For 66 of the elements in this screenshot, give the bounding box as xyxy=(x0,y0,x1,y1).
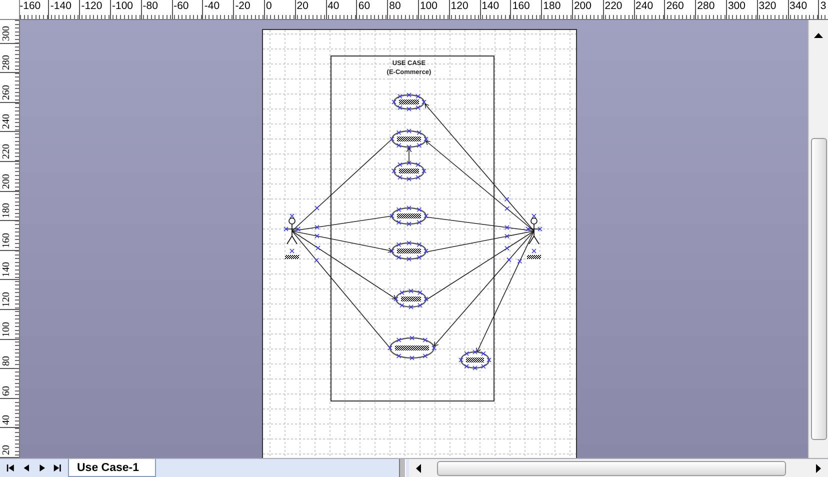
ruler-label: 200 xyxy=(572,0,592,13)
ruler-label: 20 xyxy=(296,0,310,13)
ruler-label: 320 xyxy=(758,0,778,13)
scroll-thumb[interactable] xyxy=(437,460,786,476)
include-arrow xyxy=(406,148,412,164)
horizontal-scrollbar[interactable] xyxy=(409,459,828,477)
ruler-label: -140 xyxy=(49,0,72,13)
ruler-label: 0 xyxy=(264,0,273,13)
ruler-label: 260 xyxy=(665,0,685,13)
ruler-label: -40 xyxy=(203,0,221,13)
ruler-label: -120 xyxy=(80,0,104,13)
ruler-label: -60 xyxy=(172,0,190,13)
ruler-label: 100 xyxy=(1,322,13,337)
ruler-label: 60 xyxy=(1,386,13,396)
ruler-label: 80 xyxy=(1,356,13,366)
ruler-label: 40 xyxy=(1,415,13,426)
ruler-label: 3 xyxy=(819,0,828,13)
ruler-label: 60 xyxy=(357,0,372,13)
ruler-label: 300 xyxy=(1,26,13,41)
scroll-up-icon[interactable] xyxy=(814,32,823,38)
use-case-ellipse xyxy=(390,128,428,150)
ruler-label: 100 xyxy=(418,0,438,13)
use-case-ellipse xyxy=(392,92,426,112)
ruler-label: 120 xyxy=(450,0,470,13)
ruler-label: 140 xyxy=(1,262,13,278)
scroll-thumb[interactable] xyxy=(810,138,826,440)
ruler-label: 240 xyxy=(1,114,13,130)
next-page-icon[interactable] xyxy=(38,463,46,473)
ruler-label: 260 xyxy=(1,84,13,100)
use-case-ellipse xyxy=(390,206,428,226)
actor-figure xyxy=(284,214,300,259)
use-case-ellipse xyxy=(394,288,428,310)
page-tab[interactable]: Use Case-1 xyxy=(68,459,156,477)
ruler-label: -100 xyxy=(111,0,134,13)
ruler-label: 160 xyxy=(1,232,13,248)
ruler-label: 120 xyxy=(1,292,13,307)
ruler-label: 20 xyxy=(1,444,13,455)
last-page-icon[interactable] xyxy=(53,463,62,473)
ruler-label: 80 xyxy=(388,0,402,13)
ruler-label: -20 xyxy=(234,0,252,13)
ruler-label: 240 xyxy=(634,0,654,13)
ruler-label: 180 xyxy=(1,203,13,218)
scroll-left-icon[interactable] xyxy=(415,464,421,472)
ruler-label: 200 xyxy=(1,174,13,189)
actor-figure xyxy=(526,214,542,259)
ruler-label: 300 xyxy=(726,0,746,13)
ruler-label: 340 xyxy=(788,0,808,13)
use-case-ellipse xyxy=(388,336,436,360)
ruler-label: 280 xyxy=(1,55,13,70)
ruler-label: 220 xyxy=(604,0,624,13)
ruler-label: -80 xyxy=(142,0,159,13)
scroll-right-icon[interactable] xyxy=(816,464,822,472)
use-case-ellipse xyxy=(390,240,428,262)
ruler-label: 40 xyxy=(326,0,340,13)
ruler-label: -160 xyxy=(20,0,42,13)
ruler-label: 180 xyxy=(542,0,562,13)
ruler-label: 140 xyxy=(480,0,500,13)
ruler-label: 220 xyxy=(1,144,13,159)
splitter-handle[interactable] xyxy=(399,459,406,477)
vertical-scrollbar[interactable] xyxy=(808,20,828,458)
ruler-label: 160 xyxy=(511,0,531,13)
use-case-ellipse xyxy=(392,160,426,182)
use-case-ellipse xyxy=(458,350,492,370)
previous-page-icon[interactable] xyxy=(22,463,30,473)
first-page-icon[interactable] xyxy=(6,463,15,473)
ruler-label: 280 xyxy=(696,0,716,13)
